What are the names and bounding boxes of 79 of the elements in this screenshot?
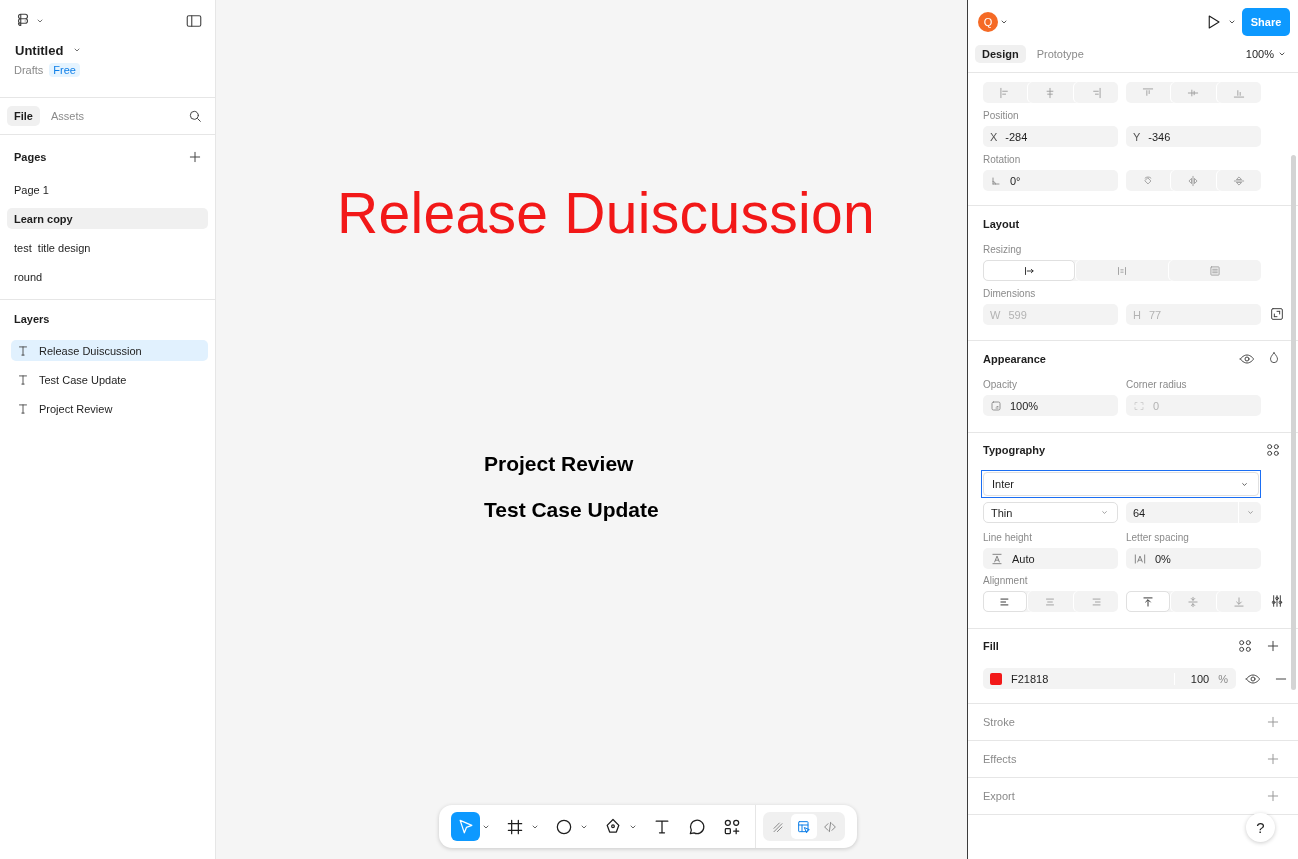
page-item[interactable]: Page 1 [7, 179, 208, 200]
page-item[interactable]: Learn copy [7, 208, 208, 229]
text-layer-icon [16, 401, 30, 416]
corner-radius-icon [1133, 399, 1145, 412]
section-heading: Stroke [983, 716, 1015, 728]
layer-item[interactable]: Release Duiscussion [11, 340, 208, 361]
layers-heading: Layers [14, 313, 50, 325]
move-tool-button[interactable] [451, 812, 480, 841]
section-heading: Effects [983, 753, 1017, 765]
panel-tab[interactable]: Assets [43, 105, 91, 126]
plan-badge: Free [49, 63, 80, 77]
design-mode-button[interactable] [791, 814, 817, 839]
file-location[interactable]: Drafts [14, 64, 44, 76]
zoom-level[interactable]: 100% [1245, 48, 1274, 60]
line-height-field[interactable]: Auto [983, 548, 1118, 569]
type-settings-icon[interactable] [1269, 592, 1285, 609]
text-layer-icon [16, 343, 30, 358]
corner-radius-label: Corner radius [1126, 378, 1188, 392]
scrollbar[interactable] [1291, 155, 1296, 690]
add-icon[interactable] [1265, 714, 1281, 730]
add-icon[interactable] [1265, 788, 1281, 804]
font-size-field[interactable]: 64 [1126, 502, 1261, 523]
letter-spacing-icon [1133, 551, 1147, 566]
layer-item[interactable]: Project Review [11, 398, 208, 419]
appearance-heading: Appearance [983, 353, 1046, 365]
font-family-select[interactable]: Inter [983, 472, 1259, 496]
design-mode-icon [796, 818, 812, 835]
add-fill-icon[interactable] [1265, 638, 1281, 654]
flip-vertical-icon [1231, 173, 1246, 188]
vertical-align-bottom-icon [1231, 594, 1246, 609]
vertical-align-option[interactable] [1126, 591, 1171, 612]
opacity-field[interactable]: 100% [983, 395, 1118, 416]
fill-heading: Fill [983, 640, 999, 652]
position-label: Position [983, 109, 1020, 123]
page-item[interactable]: test title design [7, 237, 208, 258]
blend-mode-icon[interactable] [1267, 351, 1281, 365]
layout-heading: Layout [983, 218, 1020, 230]
sidebar-toggle-icon[interactable] [185, 12, 203, 30]
position-field[interactable]: Y -346 [1126, 126, 1261, 147]
canvas-text[interactable]: Project Review [484, 452, 634, 476]
layer-item[interactable]: Test Case Update [11, 369, 208, 390]
pages-heading: Pages [14, 151, 47, 163]
canvas-heading-text[interactable]: Release Duiscussion [337, 180, 875, 246]
opacity-label: Opacity [983, 378, 1018, 392]
text-styles-icon[interactable] [1265, 442, 1281, 458]
resizing-auto-width-icon [1208, 263, 1222, 278]
vertical-align-top-icon [1141, 594, 1156, 609]
line-height-icon [990, 551, 1004, 566]
dimensions-label: Dimensions [983, 287, 1037, 301]
canvas-text[interactable]: Test Case Update [484, 498, 659, 522]
typography-heading: Typography [983, 444, 1046, 456]
add-page-icon[interactable] [187, 149, 203, 165]
file-name[interactable]: Untitled [15, 42, 64, 58]
line-height-label: Line height [983, 531, 1033, 545]
resizing-label: Resizing [983, 243, 1023, 257]
vertical-align-middle-icon [1186, 594, 1201, 609]
flip-horizontal-icon [1186, 173, 1201, 188]
letter-spacing-label: Letter spacing [1126, 531, 1190, 545]
page-item[interactable]: round [7, 266, 208, 287]
resize-to-fit-icon[interactable] [1269, 305, 1285, 322]
rotation-field[interactable]: 0° [983, 170, 1118, 191]
opacity-icon [990, 399, 1002, 412]
text-layer-icon [16, 372, 30, 387]
add-icon[interactable] [1265, 751, 1281, 767]
text-align-option[interactable] [983, 591, 1028, 612]
panel-tab[interactable]: Design [975, 45, 1026, 63]
position-field[interactable]: X -284 [983, 126, 1118, 147]
letter-spacing-field[interactable]: 0% [1126, 548, 1261, 569]
section-heading: Export [983, 790, 1015, 802]
visibility-icon[interactable] [1239, 351, 1255, 367]
alignment-label: Alignment [983, 574, 1029, 588]
help-button[interactable]: ? [1246, 813, 1275, 842]
font-weight-select[interactable]: Thin [983, 502, 1118, 523]
panel-tab[interactable]: File [7, 105, 40, 126]
fill-field[interactable]: F21818 100 % [983, 668, 1236, 689]
fill-styles-icon[interactable] [1237, 638, 1253, 654]
rotation-label: Rotation [983, 153, 1022, 167]
panel-tab[interactable]: Prototype [1029, 45, 1091, 63]
color-swatch[interactable] [990, 672, 1002, 685]
